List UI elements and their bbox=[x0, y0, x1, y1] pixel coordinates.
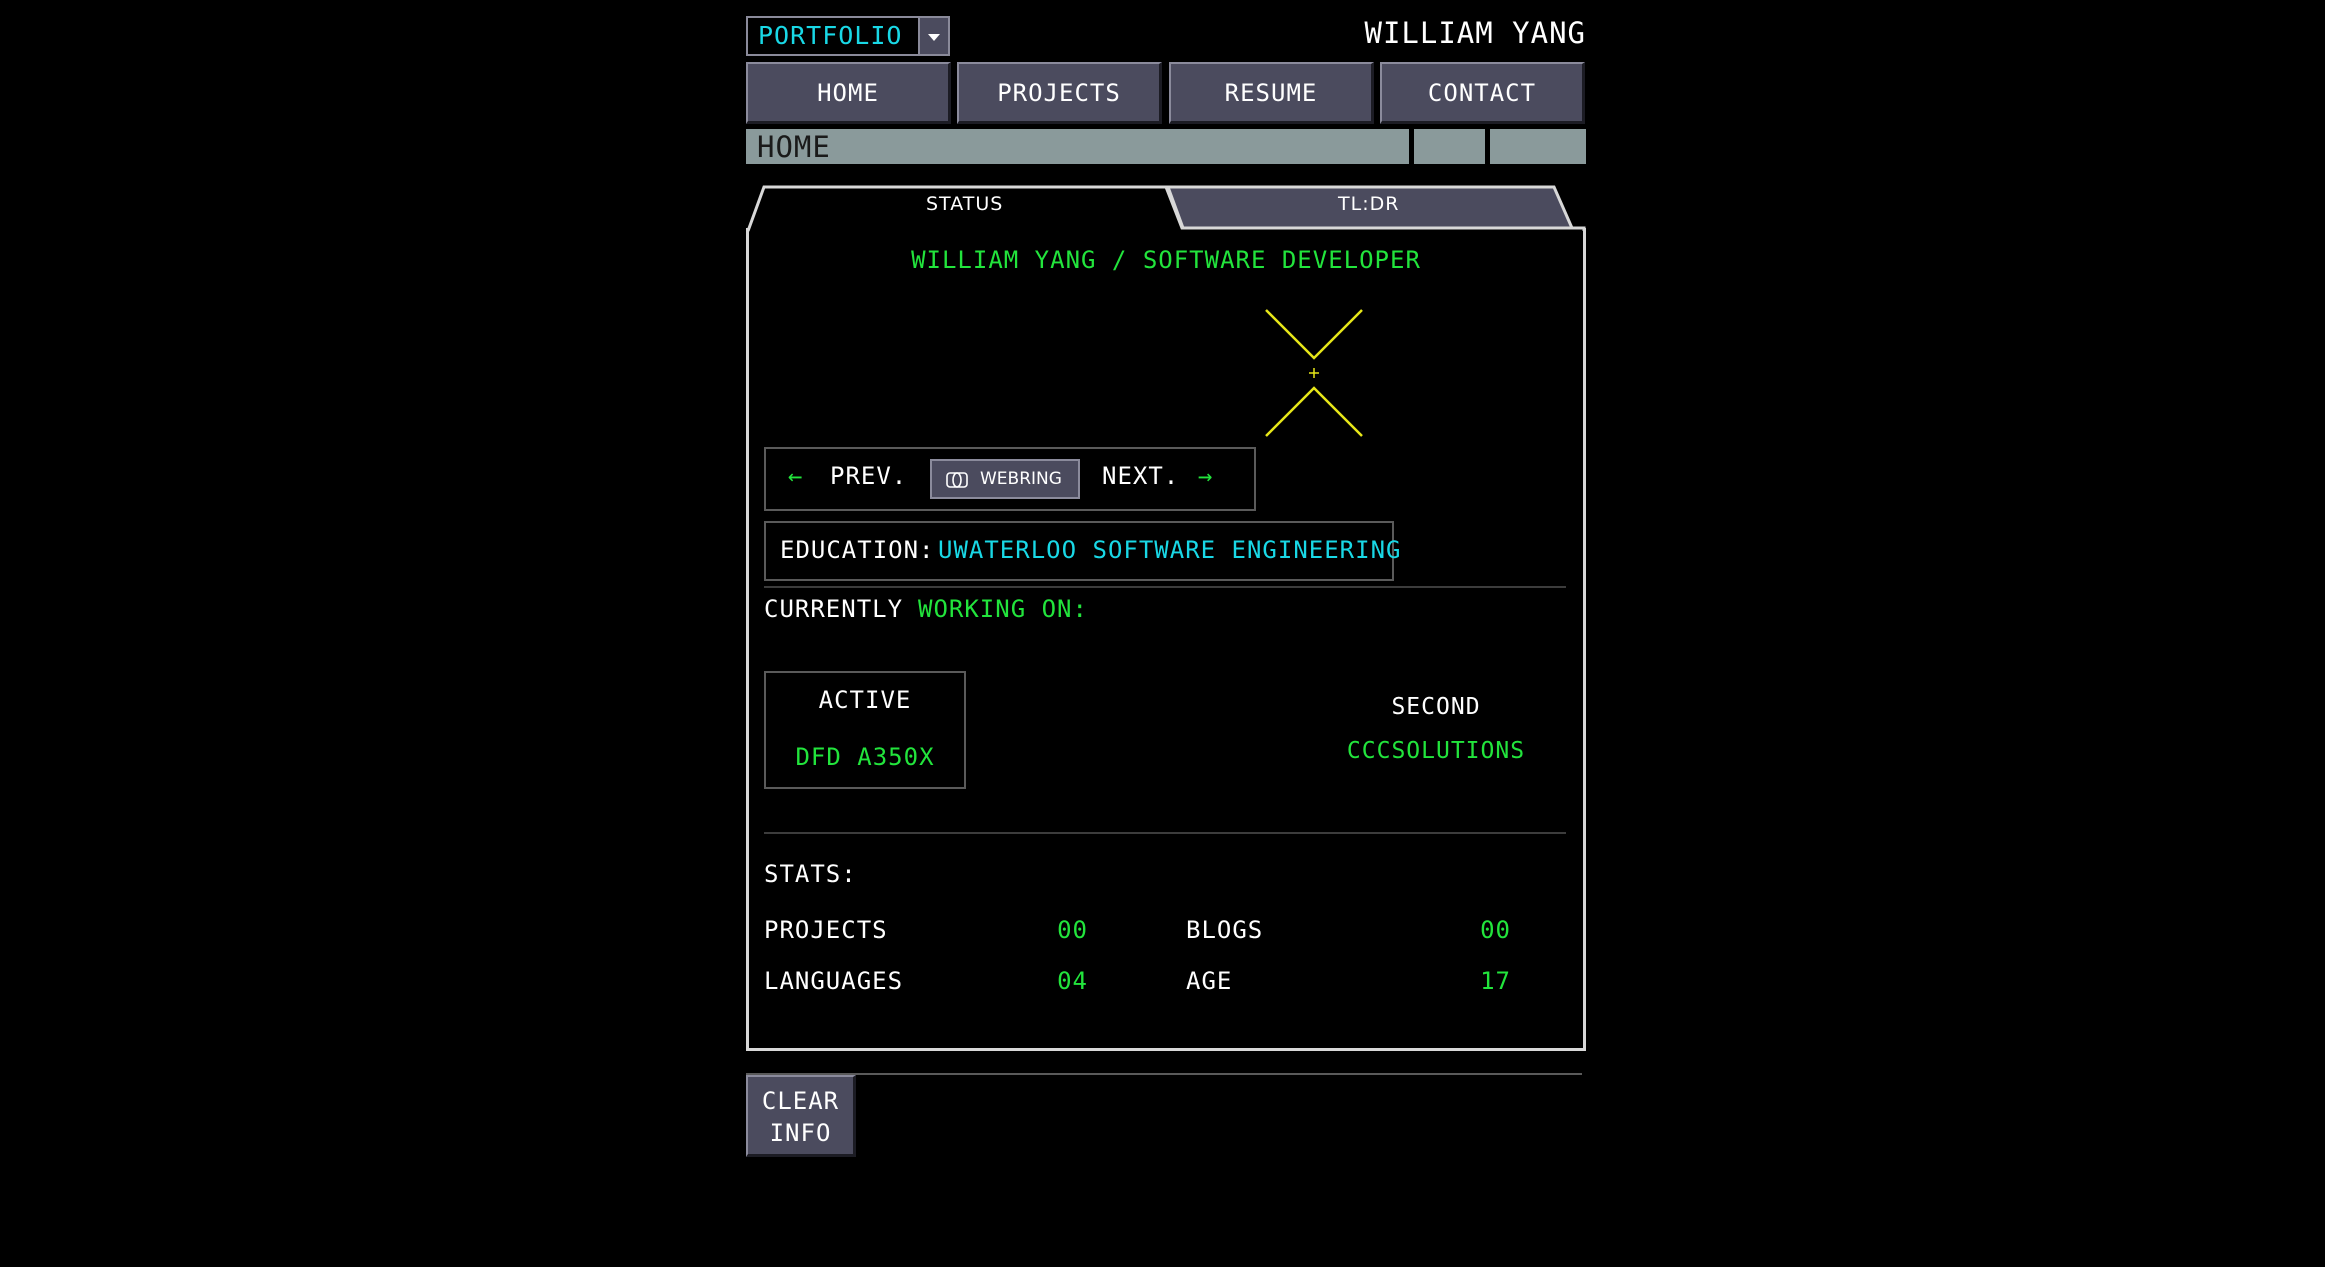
nav-home-button[interactable]: HOME bbox=[746, 62, 951, 124]
second-title: SECOND bbox=[1391, 694, 1481, 720]
stat-label: LANGUAGES bbox=[764, 967, 904, 995]
breadcrumb-current: HOME bbox=[757, 130, 831, 164]
next-link[interactable]: NEXT. bbox=[1102, 462, 1179, 490]
second-value: CCCSOLUTIONS bbox=[1346, 738, 1526, 764]
clear-info-line1: CLEAR bbox=[761, 1087, 840, 1115]
breadcrumb-slot bbox=[1490, 129, 1586, 164]
chevron-down-icon[interactable] bbox=[918, 18, 948, 54]
owner-name: WILLIAM YANG bbox=[1364, 16, 1586, 50]
clear-info-line2: INFO bbox=[769, 1119, 832, 1147]
tab-status[interactable]: STATUS bbox=[926, 193, 1003, 215]
stat-value: 04 bbox=[1057, 967, 1088, 995]
nav-resume-button[interactable]: RESUME bbox=[1169, 62, 1374, 124]
clear-info-button[interactable]: CLEAR INFO bbox=[746, 1075, 856, 1157]
headline: WILLIAM YANG / SOFTWARE DEVELOPER bbox=[911, 246, 1421, 274]
next-arrow-icon[interactable]: → bbox=[1198, 462, 1213, 490]
stat-value: 00 bbox=[1057, 916, 1088, 944]
stat-label: BLOGS bbox=[1186, 916, 1264, 944]
portfolio-select-value: PORTFOLIO bbox=[758, 21, 903, 50]
prev-link[interactable]: PREV. bbox=[830, 462, 907, 490]
working-on-label: WORKING ON: bbox=[918, 595, 1088, 623]
prev-arrow-icon[interactable]: ← bbox=[788, 462, 803, 490]
footer-divider bbox=[746, 1073, 1582, 1075]
tab-tldr[interactable]: TL:DR bbox=[1338, 193, 1399, 215]
tab-strip bbox=[746, 185, 1586, 232]
nav-projects-button[interactable]: PROJECTS bbox=[957, 62, 1162, 124]
education-value: UWATERLOO SOFTWARE ENGINEERING bbox=[938, 536, 1402, 564]
divider bbox=[764, 832, 1566, 834]
active-value: DFD A350X bbox=[795, 743, 935, 771]
portfolio-app: PORTFOLIO WILLIAM YANG HOME PROJECTS RES… bbox=[746, 0, 1586, 1267]
portfolio-select[interactable]: PORTFOLIO bbox=[746, 16, 950, 56]
webring-button[interactable]: WEBRING bbox=[930, 459, 1080, 499]
webring-icon bbox=[946, 472, 968, 488]
active-title: ACTIVE bbox=[818, 686, 912, 714]
breadcrumb-slot bbox=[1414, 129, 1485, 164]
education-label: EDUCATION: bbox=[780, 536, 935, 564]
stat-label: AGE bbox=[1186, 967, 1233, 995]
webring-label: WEBRING bbox=[980, 469, 1062, 489]
breadcrumb: HOME bbox=[746, 129, 1409, 164]
currently-label: CURRENTLY bbox=[764, 595, 904, 623]
stat-value: 17 bbox=[1480, 967, 1511, 995]
stat-label: PROJECTS bbox=[764, 916, 888, 944]
stat-value: 00 bbox=[1480, 916, 1511, 944]
nav-contact-button[interactable]: CONTACT bbox=[1380, 62, 1585, 124]
stats-title: STATS: bbox=[764, 860, 857, 888]
divider bbox=[764, 586, 1566, 588]
crosshair-icon bbox=[1265, 309, 1363, 437]
